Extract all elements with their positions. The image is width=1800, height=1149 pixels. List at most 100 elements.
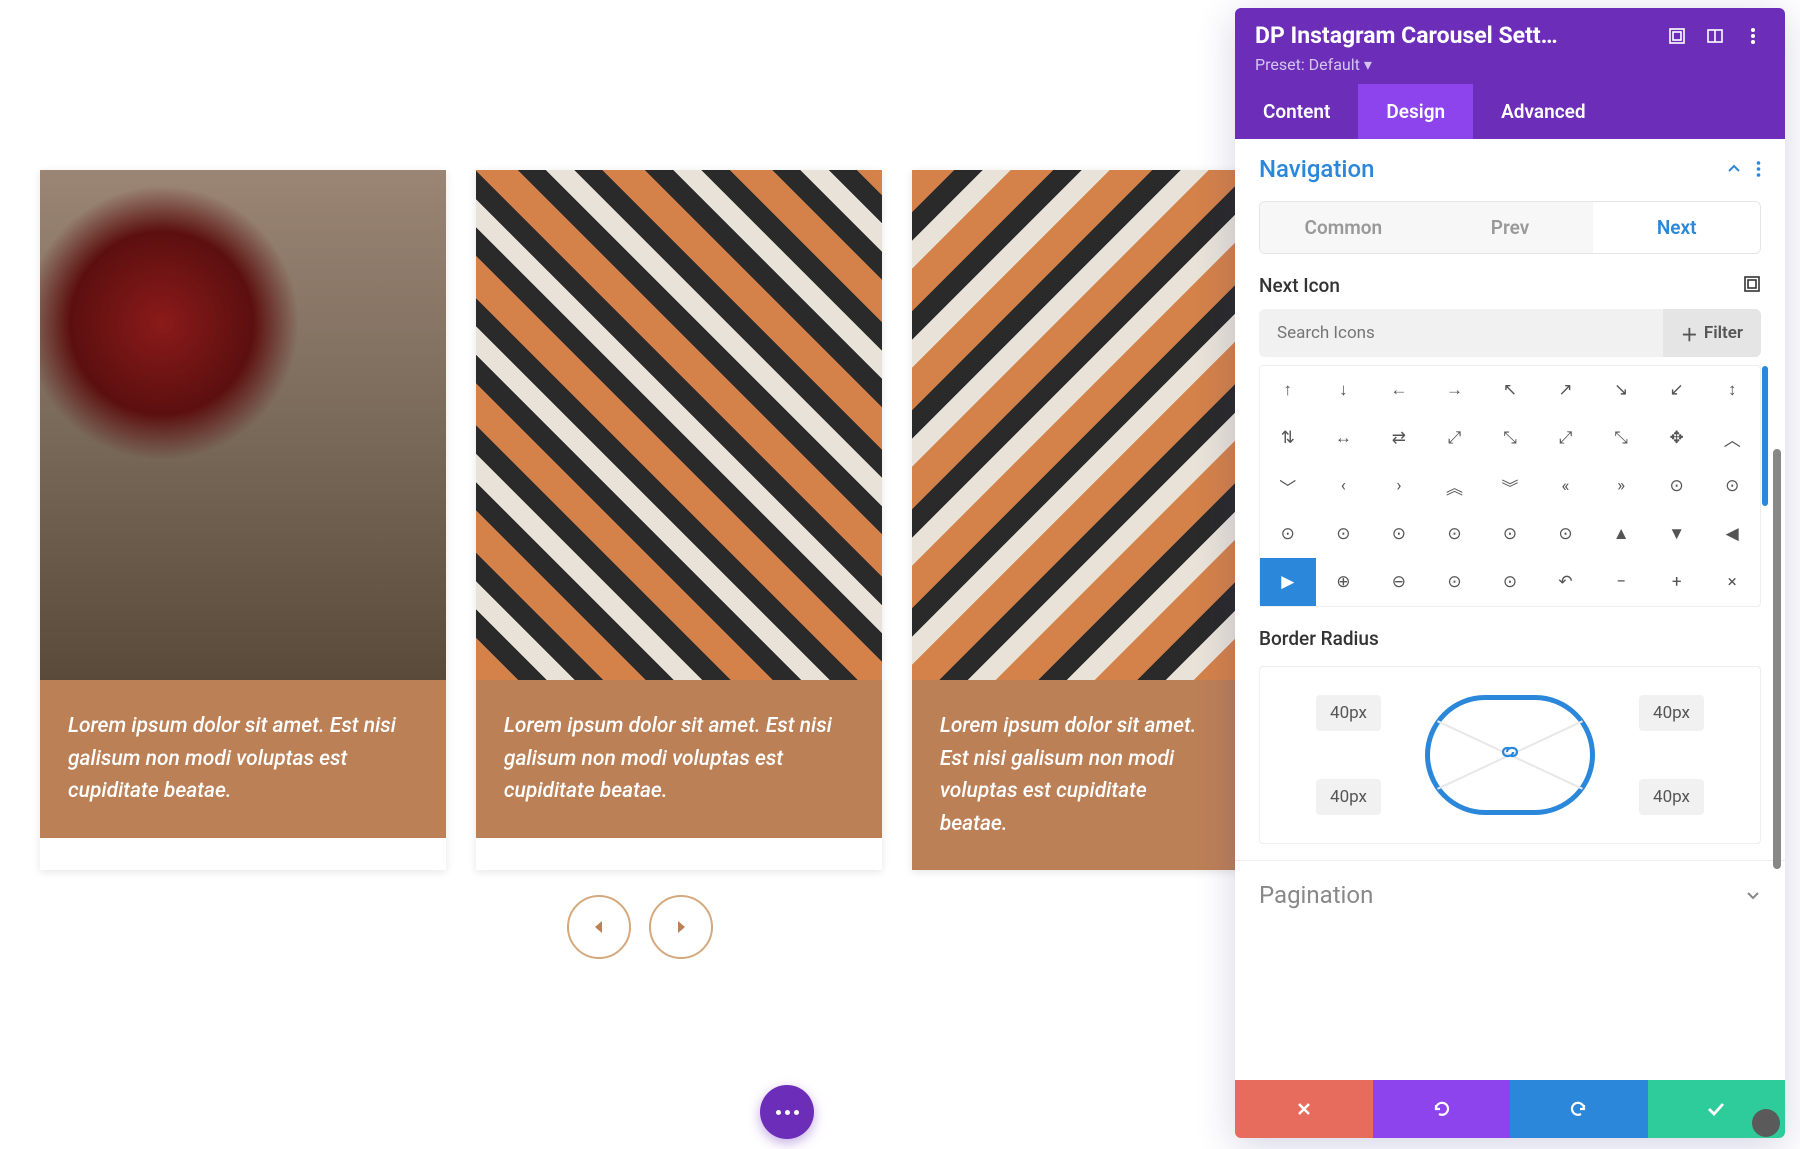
section-navigation-header[interactable]: Navigation: [1259, 155, 1761, 183]
undo-button[interactable]: [1373, 1080, 1511, 1138]
divi-badge[interactable]: [1752, 1109, 1780, 1137]
icon-option[interactable]: ⊙: [1371, 510, 1427, 558]
icon-option[interactable]: −: [1593, 558, 1649, 606]
icon-option[interactable]: ⤡: [1482, 414, 1538, 462]
tab-advanced[interactable]: Advanced: [1473, 84, 1613, 139]
icon-option[interactable]: ◀: [1704, 510, 1760, 558]
icon-option[interactable]: ↑: [1260, 366, 1316, 414]
section-title: Navigation: [1259, 155, 1374, 183]
icon-option[interactable]: ↕: [1704, 366, 1760, 414]
close-button[interactable]: [1235, 1080, 1373, 1138]
card-image: [476, 170, 882, 680]
icon-option[interactable]: »: [1593, 462, 1649, 510]
icon-option[interactable]: ⇄: [1371, 414, 1427, 462]
icon-option[interactable]: ↔: [1316, 414, 1372, 462]
carousel-prev-button[interactable]: [567, 895, 631, 959]
icon-option[interactable]: ⊙: [1427, 510, 1483, 558]
icon-option[interactable]: ✥: [1649, 414, 1705, 462]
icon-option[interactable]: ⤢: [1427, 414, 1483, 462]
filter-button[interactable]: ＋ Filter: [1663, 309, 1761, 357]
carousel-next-button[interactable]: [649, 895, 713, 959]
dot-icon: [785, 1110, 790, 1115]
icon-option[interactable]: ﹀: [1260, 462, 1316, 510]
subtab-common[interactable]: Common: [1260, 202, 1427, 253]
triangle-right-icon: [672, 918, 690, 936]
icon-option[interactable]: ⊙: [1316, 510, 1372, 558]
icon-option[interactable]: ⊙: [1482, 510, 1538, 558]
kebab-icon[interactable]: [1756, 161, 1761, 177]
search-icons-input[interactable]: [1259, 309, 1663, 357]
border-radius-tl-input[interactable]: 40px: [1316, 695, 1381, 731]
columns-icon[interactable]: [1703, 24, 1727, 48]
icon-option[interactable]: →: [1427, 366, 1483, 414]
icon-option[interactable]: ⤢: [1538, 414, 1594, 462]
next-icon-label: Next Icon: [1259, 274, 1340, 297]
border-radius-br-input[interactable]: 40px: [1639, 779, 1704, 815]
icon-option[interactable]: ⊙: [1649, 462, 1705, 510]
link-values-toggle[interactable]: [1499, 741, 1521, 769]
triangle-left-icon: [590, 918, 608, 936]
subtab-next[interactable]: Next: [1593, 202, 1760, 253]
icon-option[interactable]: ▼: [1649, 510, 1705, 558]
check-icon: [1705, 1098, 1727, 1120]
icon-option[interactable]: ↖: [1482, 366, 1538, 414]
panel-footer: [1235, 1080, 1785, 1138]
divi-fab-button[interactable]: [760, 1085, 814, 1139]
border-radius-preview: [1425, 695, 1595, 815]
panel-body[interactable]: Navigation Common Prev Next Next Icon: [1235, 139, 1785, 1080]
expand-icon[interactable]: [1665, 24, 1689, 48]
panel-scrollbar[interactable]: [1773, 449, 1781, 869]
subtab-prev[interactable]: Prev: [1427, 202, 1594, 253]
carousel-cards: Lorem ipsum dolor sit amet. Est nisi gal…: [40, 170, 1240, 870]
icon-option[interactable]: ⊙: [1538, 510, 1594, 558]
icon-option[interactable]: ↘: [1593, 366, 1649, 414]
chevron-up-icon: [1726, 161, 1742, 177]
chevron-down-icon: [1745, 887, 1761, 903]
icon-option[interactable]: ▶: [1260, 558, 1316, 606]
carousel-card[interactable]: Lorem ipsum dolor sit amet. Est nisi gal…: [912, 170, 1240, 870]
icon-option[interactable]: ‹: [1316, 462, 1372, 510]
icon-option[interactable]: ⊕: [1316, 558, 1372, 606]
icon-option[interactable]: ↙: [1649, 366, 1705, 414]
icon-option[interactable]: ⊙: [1704, 462, 1760, 510]
redo-icon: [1569, 1099, 1589, 1119]
icon-option[interactable]: ⇅: [1260, 414, 1316, 462]
tab-design[interactable]: Design: [1358, 84, 1473, 139]
icon-option[interactable]: ︾: [1482, 462, 1538, 510]
icon-option[interactable]: ›: [1371, 462, 1427, 510]
carousel-card[interactable]: Lorem ipsum dolor sit amet. Est nisi gal…: [40, 170, 446, 870]
responsive-icon[interactable]: [1743, 275, 1761, 297]
icon-option[interactable]: ▲: [1593, 510, 1649, 558]
icon-option[interactable]: ←: [1371, 366, 1427, 414]
card-caption: Lorem ipsum dolor sit amet. Est nisi gal…: [40, 680, 446, 838]
panel-header[interactable]: DP Instagram Carousel Sett… Preset: Defa…: [1235, 8, 1785, 84]
icon-option[interactable]: ↗: [1538, 366, 1594, 414]
kebab-icon[interactable]: [1741, 24, 1765, 48]
icon-option[interactable]: ⊙: [1427, 558, 1483, 606]
card-caption: Lorem ipsum dolor sit amet. Est nisi gal…: [476, 680, 882, 838]
icon-option[interactable]: ⤡: [1593, 414, 1649, 462]
icon-option[interactable]: ⊙: [1482, 558, 1538, 606]
border-radius-tr-input[interactable]: 40px: [1639, 695, 1704, 731]
icon-option[interactable]: «: [1538, 462, 1594, 510]
icon-option[interactable]: ︿: [1704, 414, 1760, 462]
border-radius-control: 40px 40px 40px 40px: [1259, 666, 1761, 844]
panel-tabs: Content Design Advanced: [1235, 84, 1785, 139]
card-image: [40, 170, 446, 680]
icon-option[interactable]: +: [1649, 558, 1705, 606]
icon-option[interactable]: ⊙: [1260, 510, 1316, 558]
card-image: [912, 170, 1240, 680]
card-caption: Lorem ipsum dolor sit amet. Est nisi gal…: [912, 680, 1240, 870]
icon-option[interactable]: ↓: [1316, 366, 1372, 414]
redo-button[interactable]: [1510, 1080, 1648, 1138]
preset-selector[interactable]: Preset: Default ▾: [1255, 55, 1765, 74]
icon-option[interactable]: ⊖: [1371, 558, 1427, 606]
icon-option[interactable]: ×: [1704, 558, 1760, 606]
icon-grid-scrollbar[interactable]: [1762, 366, 1768, 506]
section-pagination-header[interactable]: Pagination: [1235, 860, 1785, 929]
carousel-card[interactable]: Lorem ipsum dolor sit amet. Est nisi gal…: [476, 170, 882, 870]
border-radius-bl-input[interactable]: 40px: [1316, 779, 1381, 815]
icon-option[interactable]: ↶: [1538, 558, 1594, 606]
tab-content[interactable]: Content: [1235, 84, 1358, 139]
icon-option[interactable]: ︽: [1427, 462, 1483, 510]
